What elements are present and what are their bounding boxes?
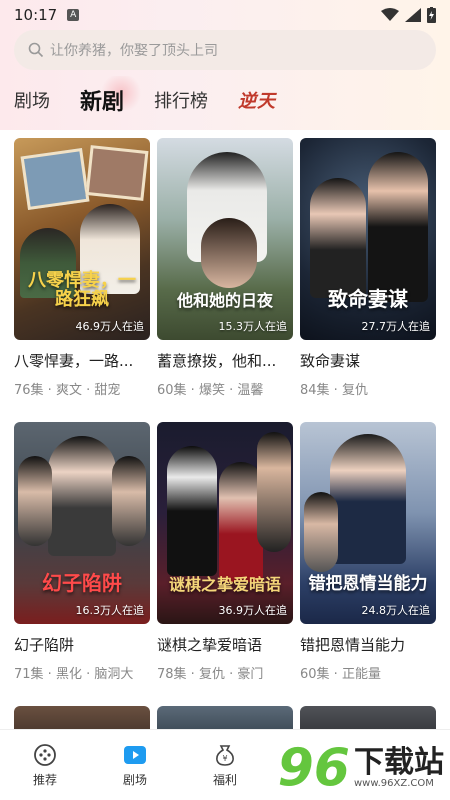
search-icon — [28, 42, 44, 58]
watch-count: 36.9万人在追 — [218, 604, 288, 617]
drama-title: 致命妻谋 — [300, 352, 361, 370]
drama-card[interactable]: 八零悍妻，一路狂飙 46.9万人在追 八零悍妻，一路... 76集 · 爽文 ·… — [14, 138, 150, 398]
tab-theater-bottom[interactable]: 剧场 — [90, 730, 180, 800]
drama-card[interactable]: 错把恩情当能力 24.8万人在追 错把恩情当能力 60集 · 正能量 — [300, 422, 436, 682]
drama-poster[interactable]: 八零悍妻，一路狂飙 46.9万人在追 — [14, 138, 150, 340]
status-time: 10:17 — [14, 6, 58, 24]
watermark-text: 下载站 — [354, 744, 444, 780]
search-input[interactable]: 让你养猪，你娶了顶头上司 — [14, 30, 436, 70]
poster-title: 幻子陷阱 — [42, 571, 122, 595]
site-watermark: 96 下载站 www.96XZ.COM — [278, 742, 444, 794]
drama-meta: 71集 · 黑化 · 脑洞大 — [14, 667, 134, 682]
poster-title: 错把恩情当能力 — [308, 574, 428, 595]
compass-icon — [34, 743, 56, 766]
signal-icon — [405, 8, 421, 22]
drama-poster[interactable]: 他和她的日夜 15.3万人在追 — [157, 138, 293, 340]
drama-meta: 84集 · 复仇 — [300, 383, 368, 398]
drama-poster[interactable]: 幻子陷阱 16.3万人在追 — [14, 422, 150, 624]
drama-card[interactable]: 幻子陷阱 16.3万人在追 幻子陷阱 71集 · 黑化 · 脑洞大 — [14, 422, 150, 682]
search-placeholder: 让你养猪，你娶了顶头上司 — [50, 43, 218, 59]
tab-nitian[interactable]: 逆天 — [238, 87, 276, 113]
drama-card[interactable]: 致命妻谋 27.7万人在追 致命妻谋 84集 · 复仇 — [300, 138, 436, 398]
poster-title: 他和她的日夜 — [176, 291, 273, 311]
svg-text:¥: ¥ — [222, 754, 227, 763]
drama-title: 错把恩情当能力 — [300, 636, 406, 654]
battery-icon — [427, 7, 436, 23]
watch-count: 15.3万人在追 — [218, 320, 288, 333]
drama-card[interactable]: 他和她的日夜 15.3万人在追 蓄意撩拨，他和... 60集 · 爆笑 · 温馨 — [157, 138, 293, 398]
watch-count: 16.3万人在追 — [75, 604, 145, 617]
drama-title: 蓄意撩拨，他和... — [157, 352, 277, 370]
watch-count: 27.7万人在追 — [361, 320, 431, 333]
play-icon — [124, 745, 146, 764]
money-bag-icon: ¥ — [216, 744, 234, 766]
drama-meta: 76集 · 爽文 · 甜宠 — [14, 383, 121, 398]
poster-title: 谜棋之挚爱暗语 — [168, 575, 281, 595]
watermark-url: www.96XZ.COM — [354, 777, 434, 789]
watch-count: 24.8万人在追 — [361, 604, 431, 617]
wifi-icon — [381, 8, 399, 21]
drama-poster[interactable]: 错把恩情当能力 24.8万人在追 — [300, 422, 436, 624]
category-tabs: 剧场 新剧 排行榜 逆天 — [14, 76, 276, 116]
drama-title: 谜棋之挚爱暗语 — [157, 636, 263, 654]
tab-theater-label: 剧场 — [122, 772, 147, 787]
tab-welfare[interactable]: ¥ 福利 — [180, 730, 270, 800]
watermark-number: 96 — [277, 738, 350, 798]
tab-theater[interactable]: 剧场 — [14, 87, 50, 113]
drama-meta: 60集 · 正能量 — [300, 667, 381, 682]
tab-welfare-label: 福利 — [212, 772, 237, 787]
drama-poster[interactable]: 谜棋之挚爱暗语 36.9万人在追 — [157, 422, 293, 624]
notification-icon: A — [67, 9, 80, 21]
tab-ranking[interactable]: 排行榜 — [154, 87, 208, 113]
drama-title: 幻子陷阱 — [14, 636, 75, 654]
tab-new-drama[interactable]: 新剧 — [80, 76, 145, 116]
poster-title: 八零悍妻，一路狂飙 — [28, 270, 136, 311]
watch-count: 46.9万人在追 — [75, 320, 145, 333]
drama-title: 八零悍妻，一路... — [14, 352, 134, 370]
drama-meta: 78集 · 复仇 · 豪门 — [157, 667, 264, 682]
tab-recommend-label: 推荐 — [32, 772, 57, 787]
poster-title: 致命妻谋 — [328, 287, 408, 311]
drama-poster[interactable]: 致命妻谋 27.7万人在追 — [300, 138, 436, 340]
drama-card[interactable]: 谜棋之挚爱暗语 36.9万人在追 谜棋之挚爱暗语 78集 · 复仇 · 豪门 — [157, 422, 293, 682]
tab-recommend[interactable]: 推荐 — [0, 730, 90, 800]
status-bar: 10:17 A — [0, 0, 450, 30]
drama-meta: 60集 · 爆笑 · 温馨 — [157, 383, 264, 398]
